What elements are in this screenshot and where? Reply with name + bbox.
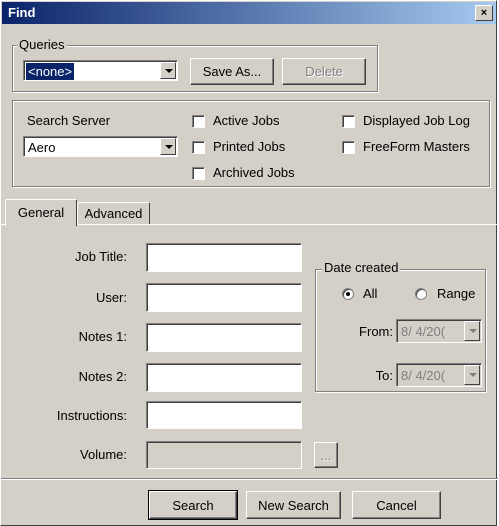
new-search-label: New Search <box>258 497 329 513</box>
freeform-masters-label: FreeForm Masters <box>363 139 470 154</box>
volume-browse-button[interactable]: ... <box>314 442 338 468</box>
notes1-field[interactable] <box>146 323 302 352</box>
cancel-label: Cancel <box>376 497 417 513</box>
server-select-value: Aero <box>28 140 56 155</box>
find-dialog: Find × Queries <none> Save As... Delete … <box>0 0 498 526</box>
tab-general[interactable]: General <box>5 199 77 226</box>
from-date-value: 8/ 4/20( <box>401 324 446 339</box>
queries-group-label: Queries <box>17 37 67 52</box>
notes1-label: Notes 1: <box>78 329 127 344</box>
chevron-down-icon <box>165 145 173 149</box>
archived-jobs-label: Archived Jobs <box>213 165 295 180</box>
delete-label: Delete <box>305 64 343 79</box>
range-radio-label: Range <box>437 286 476 301</box>
window-title: Find <box>8 5 36 20</box>
instructions-field[interactable] <box>146 401 302 429</box>
archived-jobs-checkbox[interactable] <box>192 167 205 180</box>
chevron-down-icon <box>165 69 173 73</box>
volume-field[interactable] <box>146 441 302 469</box>
all-radio[interactable] <box>342 288 354 300</box>
tab-advanced-label: Advanced <box>84 206 143 221</box>
active-jobs-checkbox[interactable] <box>192 115 205 128</box>
query-dropdown-button[interactable] <box>160 62 176 79</box>
search-server-label: Search Server <box>27 113 111 128</box>
cancel-button[interactable]: Cancel <box>352 491 441 519</box>
user-label: User: <box>95 290 127 305</box>
from-date-picker[interactable]: 8/ 4/20( <box>396 319 482 343</box>
job-title-label: Job Title: <box>74 249 127 264</box>
new-search-button[interactable]: New Search <box>246 491 341 519</box>
chevron-down-icon <box>469 329 477 333</box>
delete-button[interactable]: Delete <box>282 58 366 85</box>
user-field[interactable] <box>146 283 302 312</box>
browse-label: ... <box>320 447 332 463</box>
close-button[interactable]: × <box>475 5 493 21</box>
to-label: To: <box>375 368 393 383</box>
query-select[interactable]: <none> <box>23 60 178 81</box>
active-jobs-label: Active Jobs <box>213 113 280 128</box>
from-date-dropdown-button[interactable] <box>464 321 480 341</box>
displayed-job-log-checkbox[interactable] <box>342 115 355 128</box>
query-select-value: <none> <box>26 63 75 80</box>
server-select[interactable]: Aero <box>23 136 178 157</box>
server-dropdown-button[interactable] <box>160 138 176 155</box>
close-icon: × <box>480 7 488 19</box>
save-as-button[interactable]: Save As... <box>190 58 274 85</box>
tab-advanced[interactable]: Advanced <box>77 202 150 224</box>
date-created-label: Date created <box>322 260 401 275</box>
all-radio-label: All <box>363 286 378 301</box>
notes2-label: Notes 2: <box>78 369 127 384</box>
from-label: From: <box>359 324 393 339</box>
displayed-job-log-label: Displayed Job Log <box>363 113 470 128</box>
to-date-value: 8/ 4/20( <box>401 368 446 383</box>
printed-jobs-checkbox[interactable] <box>192 141 205 154</box>
to-date-dropdown-button[interactable] <box>464 365 480 385</box>
freeform-masters-checkbox[interactable] <box>342 141 355 154</box>
instructions-label: Instructions: <box>56 408 127 423</box>
tab-general-label: General <box>17 205 65 220</box>
footer-separator <box>1 478 498 480</box>
volume-label: Volume: <box>80 447 127 462</box>
job-title-field[interactable] <box>146 243 302 272</box>
printed-jobs-label: Printed Jobs <box>213 139 286 154</box>
range-radio[interactable] <box>415 288 427 300</box>
notes2-field[interactable] <box>146 363 302 392</box>
title-bar[interactable]: Find × <box>2 2 496 24</box>
chevron-down-icon <box>469 373 477 377</box>
to-date-picker[interactable]: 8/ 4/20( <box>396 363 482 387</box>
search-button[interactable]: Search <box>148 490 238 520</box>
save-as-label: Save As... <box>202 64 262 79</box>
search-label: Search <box>172 497 214 513</box>
radio-selected-dot <box>346 292 350 296</box>
